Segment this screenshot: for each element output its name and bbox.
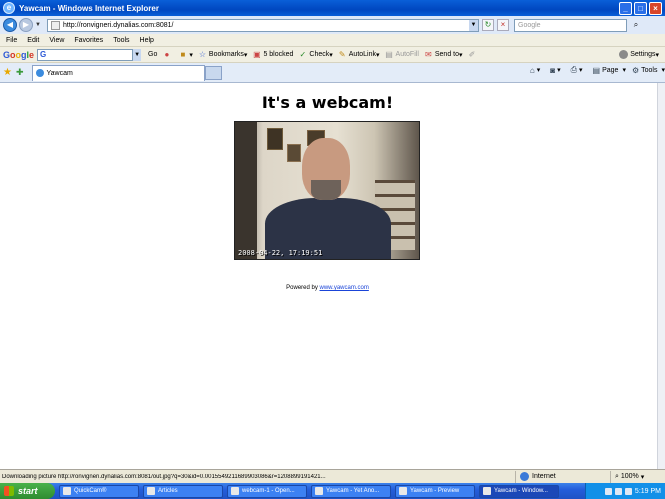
stop-icon[interactable]: × — [497, 19, 509, 31]
home-icon[interactable]: ⌂ — [530, 66, 535, 75]
menu-edit[interactable]: Edit — [27, 37, 39, 44]
search-input[interactable]: Google — [514, 18, 627, 32]
taskbar-item-quickcam[interactable]: QuickCam® — [59, 484, 139, 498]
google-search-dropdown-icon[interactable]: ▼ — [133, 48, 142, 61]
clock: 5:19 PM — [634, 487, 661, 495]
window-title: Yawcam - Windows Internet Explorer — [19, 3, 159, 13]
menu-file[interactable]: File — [6, 37, 17, 44]
send-to-button[interactable]: ✉ Send to ▾ — [424, 50, 463, 59]
ie-logo-icon: e — [3, 2, 15, 14]
tray-icon[interactable] — [624, 487, 632, 495]
google-settings-button[interactable]: Settings ▾ — [619, 50, 659, 59]
address-row: ◀ ▶ ▼ http://ronvigneri.dynalias.com:808… — [0, 16, 665, 34]
google-go-button[interactable]: Go — [148, 51, 157, 58]
tools-menu-button[interactable]: Tools — [641, 67, 657, 74]
autolink-button[interactable]: ✎ AutoLink ▾ — [338, 50, 380, 59]
taskbar-item-yawcam-preview[interactable]: Yawcam - Preview — [395, 484, 475, 498]
folder-icon — [147, 487, 155, 495]
tab-row: ★ ✚ Yawcam ⌂ ▾ ◙ ▾ ⎙ ▾ ▤ Page ▾ ⚙ Tools ▾ — [0, 63, 665, 83]
status-message: Downloading picture http://ronvigneri.dy… — [2, 473, 326, 480]
add-favorites-icon[interactable]: ✚ — [16, 67, 24, 78]
windows-logo-icon — [4, 486, 14, 496]
maximize-button[interactable]: □ — [634, 1, 647, 15]
vertical-scrollbar[interactable] — [657, 83, 665, 469]
search-icon[interactable]: ⌕ — [630, 19, 642, 31]
address-input[interactable]: http://ronvigneri.dynalias.com:8081/ — [63, 22, 469, 29]
page-content: It's a webcam! 2008-04-22, 17:19:51 Powe… — [0, 83, 657, 469]
taskbar-item-articles[interactable]: Articles — [143, 484, 223, 498]
spellcheck-button[interactable]: ✓ Check ▾ — [298, 50, 333, 59]
tab-page-icon — [35, 69, 44, 77]
page-icon — [51, 20, 60, 30]
title-bar: e Yawcam - Windows Internet Explorer _ □… — [0, 0, 665, 16]
check-icon: ✓ — [299, 50, 307, 59]
close-button[interactable]: × — [649, 1, 662, 15]
page-heading: It's a webcam! — [261, 93, 394, 112]
webcam-timestamp: 2008-04-22, 17:19:51 — [238, 249, 323, 257]
history-dropdown-icon[interactable]: ▼ — [35, 22, 43, 28]
taskbar-item-yawcam-window[interactable]: Yawcam - Window... — [479, 484, 559, 498]
print-icon[interactable]: ⎙ — [571, 65, 577, 75]
page-menu-icon[interactable]: ▤ — [593, 66, 601, 75]
system-tray: 5:19 PM — [585, 483, 665, 499]
taskbar: start QuickCam® Articles webcam-1 - Open… — [0, 483, 665, 499]
menu-view[interactable]: View — [49, 37, 64, 44]
send-icon: ✉ — [425, 50, 432, 59]
tray-icon[interactable] — [604, 487, 612, 495]
star-icon: ☆ — [198, 50, 206, 59]
yawcam-link[interactable]: www.yawcam.com — [320, 285, 369, 291]
app-icon — [231, 487, 239, 495]
command-bar: ⌂ ▾ ◙ ▾ ⎙ ▾ ▤ Page ▾ ⚙ Tools ▾ — [529, 65, 665, 75]
autofill-icon: ▤ — [385, 50, 393, 59]
favorites-star-icon[interactable]: ★ — [3, 67, 12, 78]
status-bar: Downloading picture http://ronvigneri.dy… — [0, 469, 665, 483]
page-menu-button[interactable]: Page — [602, 67, 618, 74]
google-toolbar: Google ▼ Go ● ■▾ ☆Bookmarks▾ ▣5 blocked … — [0, 47, 665, 63]
tools-menu-icon[interactable]: ⚙ — [632, 66, 639, 75]
feeds-icon[interactable]: ◙ — [550, 66, 555, 75]
google-search-input[interactable] — [37, 48, 134, 61]
forward-button[interactable]: ▶ — [19, 18, 33, 32]
pencil-icon[interactable]: ✐ — [468, 50, 479, 59]
back-button[interactable]: ◀ — [3, 18, 17, 32]
autolink-icon: ✎ — [338, 50, 346, 59]
popup-blocker-icon: ▣ — [253, 50, 261, 59]
new-tab-button[interactable] — [204, 65, 222, 80]
zoom-icon: ⌕ — [615, 472, 619, 480]
taskbar-item-yawcam-yet[interactable]: Yawcam - Yet Ano... — [311, 484, 391, 498]
tab-yawcam[interactable]: Yawcam — [31, 64, 205, 81]
google-popup-icon[interactable]: ● — [162, 50, 173, 59]
app-icon — [315, 487, 323, 495]
app-icon — [63, 487, 71, 495]
taskbar-item-webcam-1[interactable]: webcam-1 - Open... — [227, 484, 307, 498]
webcam-image: 2008-04-22, 17:19:51 — [234, 121, 420, 260]
menu-bar: File Edit View Favorites Tools Help — [0, 34, 665, 47]
popups-blocked-button[interactable]: ▣ 5 blocked — [252, 50, 293, 59]
menu-tools[interactable]: Tools — [113, 37, 129, 44]
app-icon — [399, 487, 407, 495]
google-logo: Google — [3, 49, 35, 60]
tray-icon[interactable] — [614, 487, 622, 495]
refresh-icon[interactable]: ↻ — [482, 19, 494, 31]
wrench-icon — [619, 50, 629, 59]
address-bar[interactable]: http://ronvigneri.dynalias.com:8081/ ▼ — [47, 18, 479, 32]
powered-by-text: Powered by www.yawcam.com — [286, 285, 369, 291]
menu-help[interactable]: Help — [140, 37, 154, 44]
minimize-button[interactable]: _ — [619, 1, 632, 15]
address-dropdown-icon[interactable]: ▼ — [469, 19, 478, 31]
globe-icon — [520, 472, 529, 481]
bookmarks-button[interactable]: ☆ Bookmarks ▾ — [198, 50, 248, 59]
tab-label: Yawcam — [46, 69, 73, 77]
autofill-button[interactable]: ▤ AutoFill — [385, 50, 419, 59]
menu-favorites[interactable]: Favorites — [74, 37, 103, 44]
ie-icon — [483, 487, 491, 495]
zoom-control[interactable]: ⌕ 100% ▾ — [610, 470, 665, 483]
google-news-icon[interactable]: ■ ▾ — [178, 50, 192, 59]
start-button[interactable]: start — [0, 483, 55, 499]
security-zone: Internet — [515, 470, 610, 483]
